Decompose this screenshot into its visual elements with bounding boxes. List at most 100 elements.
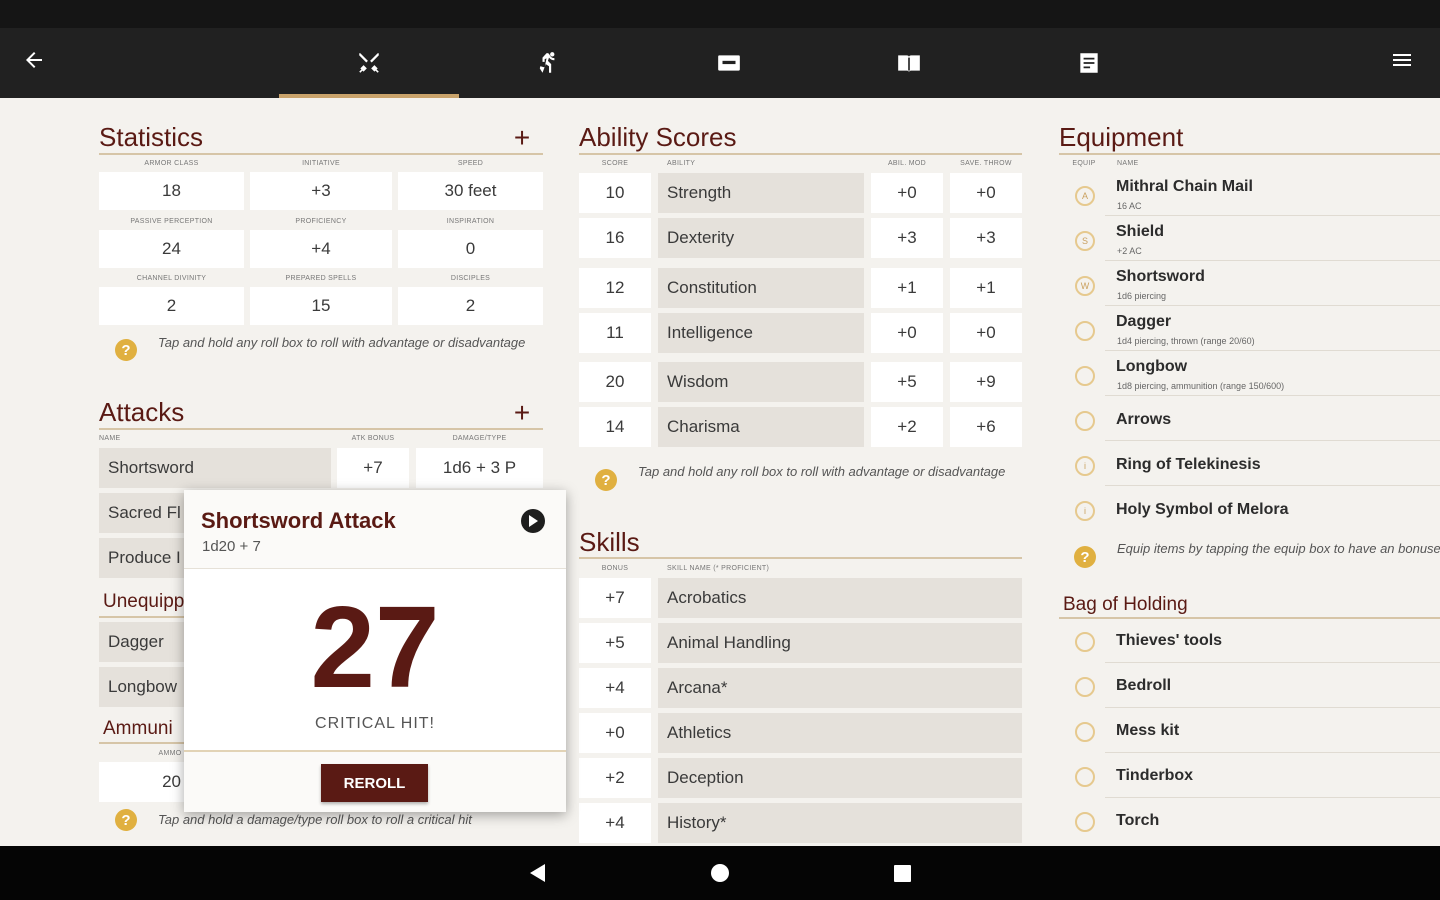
bag-item-name: Thieves' tools (1116, 632, 1223, 649)
ability-score-box[interactable]: 11 (579, 313, 651, 353)
stat-label: Passive Perception (130, 218, 213, 225)
item-equip-icon[interactable]: i (1075, 456, 1095, 476)
dialog-formula: 1d20 + 7 (202, 538, 261, 555)
unequipped-longbow[interactable]: Longbow (99, 667, 189, 707)
ability-mod-box[interactable]: +3 (871, 218, 943, 258)
unequipped-circle-icon[interactable] (1075, 677, 1095, 697)
equipment-item-name: Mithral Chain Mail (1116, 178, 1253, 195)
dialog-title: Shortsword Attack (201, 508, 396, 533)
initiative-box[interactable]: +3 (250, 172, 392, 210)
tab-notes[interactable] (999, 28, 1179, 98)
ability-score-box[interactable]: 20 (579, 362, 651, 402)
ability-header: Ability (667, 160, 696, 167)
ability-name[interactable]: Wisdom (658, 362, 864, 402)
saving-throw-box[interactable]: +6 (950, 407, 1022, 447)
hamburger-menu-icon[interactable] (1386, 47, 1418, 79)
ability-name[interactable]: Strength (658, 173, 864, 213)
unequipped-circle-icon[interactable] (1075, 411, 1095, 431)
unequipped-circle-icon[interactable] (1075, 812, 1095, 832)
skill-name[interactable]: Arcana* (658, 668, 1022, 708)
crossed-swords-icon (359, 53, 379, 73)
tab-actions[interactable] (459, 28, 639, 98)
nav-back-triangle-icon[interactable] (525, 860, 551, 886)
skill-name[interactable]: Deception (658, 758, 1022, 798)
disciples-box[interactable]: 2 (398, 287, 543, 325)
skill-bonus-box[interactable]: +5 (579, 623, 651, 663)
statistics-hint: Tap and hold any roll box to roll with a… (158, 335, 526, 350)
ability-name[interactable]: Constitution (658, 268, 864, 308)
play-circle-icon[interactable] (521, 509, 545, 533)
unequipped-circle-icon[interactable] (1075, 767, 1095, 787)
weapon-equip-icon[interactable]: W (1075, 276, 1095, 296)
skill-bonus-box[interactable]: +7 (579, 578, 651, 618)
ability-score-box[interactable]: 16 (579, 218, 651, 258)
proficiency-box[interactable]: +4 (250, 230, 392, 268)
skill-bonus-box[interactable]: +0 (579, 713, 651, 753)
help-question-icon: ? (1074, 546, 1096, 568)
unequipped-dagger[interactable]: Dagger (99, 622, 189, 662)
passive-perception-box[interactable]: 24 (99, 230, 244, 268)
stat-label: Disciples (450, 275, 491, 282)
ability-name[interactable]: Intelligence (658, 313, 864, 353)
skill-bonus-box[interactable]: +4 (579, 803, 651, 843)
back-arrow-icon[interactable] (22, 47, 62, 79)
add-attack-plus-icon[interactable]: + (510, 399, 534, 427)
ability-name[interactable]: Dexterity (658, 218, 864, 258)
armor-class-box[interactable]: 18 (99, 172, 244, 210)
skill-bonus-box[interactable]: +4 (579, 668, 651, 708)
nav-home-circle-icon[interactable] (707, 860, 733, 886)
ability-mod-box[interactable]: +2 (871, 407, 943, 447)
bag-item-name: Torch (1116, 812, 1160, 829)
ability-score-box[interactable]: 14 (579, 407, 651, 447)
saving-throw-box[interactable]: +9 (950, 362, 1022, 402)
tab-combat[interactable] (279, 28, 459, 98)
saving-throw-box[interactable]: +1 (950, 268, 1022, 308)
ability-score-box[interactable]: 10 (579, 173, 651, 213)
unequipped-circle-icon[interactable] (1075, 321, 1095, 341)
item-equip-icon[interactable]: i (1075, 501, 1095, 521)
inspiration-box[interactable]: 0 (398, 230, 543, 268)
tab-spellbook[interactable] (819, 28, 999, 98)
skill-name[interactable]: Athletics (658, 713, 1022, 753)
channel-divinity-box[interactable]: 2 (99, 287, 244, 325)
ability-mod-box[interactable]: +0 (871, 313, 943, 353)
equipment-row-divider (1105, 707, 1440, 708)
bag-item-name: Bedroll (1116, 677, 1172, 694)
add-statistic-plus-icon[interactable]: + (510, 124, 534, 152)
equipment-item-name: Shield (1116, 223, 1165, 240)
skill-bonus-box[interactable]: +2 (579, 758, 651, 798)
ability-name[interactable]: Charisma (658, 407, 864, 447)
prepared-spells-box[interactable]: 15 (250, 287, 392, 325)
attack-name-shortsword[interactable]: Shortsword (99, 448, 331, 488)
skill-name[interactable]: Acrobatics (658, 578, 1022, 618)
equipment-row-divider (1105, 215, 1440, 216)
saving-throw-box[interactable]: +3 (950, 218, 1022, 258)
attack-bonus-box[interactable]: +7 (337, 448, 409, 488)
speed-box[interactable]: 30 feet (398, 172, 543, 210)
saving-throw-box[interactable]: +0 (950, 313, 1022, 353)
equipment-title: Equipment (1059, 122, 1184, 152)
ability-mod-box[interactable]: +0 (871, 173, 943, 213)
ability-mod-box[interactable]: +1 (871, 268, 943, 308)
tab-character[interactable] (639, 28, 819, 98)
unequipped-circle-icon[interactable] (1075, 722, 1095, 742)
ability-mod-box[interactable]: +5 (871, 362, 943, 402)
saving-throw-box[interactable]: +0 (950, 173, 1022, 213)
reroll-button[interactable]: REROLL (321, 764, 428, 802)
attack-damage-header: Damage/Type (452, 435, 507, 442)
score-header: Score (601, 160, 629, 167)
armor-equip-icon[interactable]: A (1075, 186, 1095, 206)
attack-name-produce-flame[interactable]: Produce I (99, 538, 189, 578)
unequipped-circle-icon[interactable] (1075, 632, 1095, 652)
ability-score-box[interactable]: 12 (579, 268, 651, 308)
nav-recents-square-icon[interactable] (889, 860, 915, 886)
statistics-title: Statistics (99, 122, 204, 152)
attack-name-sacred-flame[interactable]: Sacred Fl (99, 493, 189, 533)
ammo-count-box[interactable]: 20 (99, 762, 189, 802)
equipment-row-divider (1105, 662, 1440, 663)
skill-name[interactable]: Animal Handling (658, 623, 1022, 663)
shield-equip-icon[interactable]: S (1075, 231, 1095, 251)
attack-damage-box[interactable]: 1d6 + 3 P (416, 448, 543, 488)
skill-name[interactable]: History* (658, 803, 1022, 843)
unequipped-circle-icon[interactable] (1075, 366, 1095, 386)
